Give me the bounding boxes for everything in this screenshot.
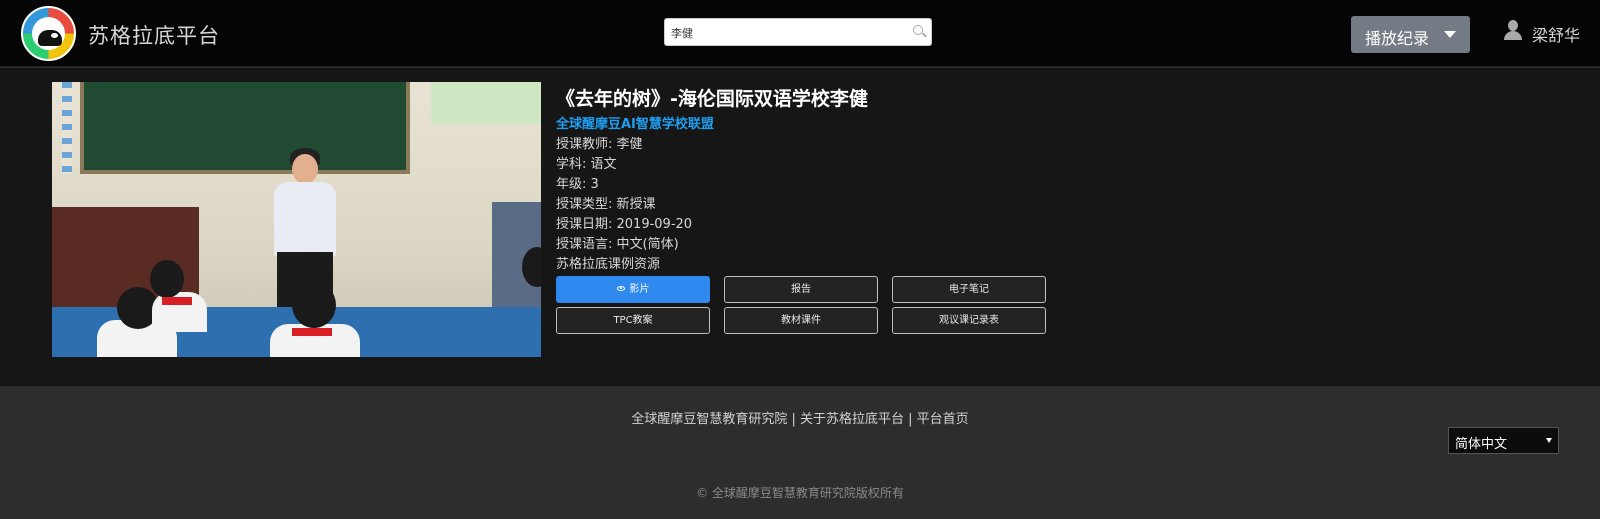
top-navbar: 苏格拉底平台 播放纪录 梁舒华 <box>0 0 1600 67</box>
eye-icon <box>616 286 625 291</box>
language-select-value: 简体中文 <box>1455 437 1508 452</box>
lesson-resource: 苏格拉底课例资源 <box>556 257 661 272</box>
video-button-label: 影片 <box>629 284 650 295</box>
lesson-date: 授课日期: 2019-09-20 <box>556 217 693 232</box>
search-input[interactable] <box>671 23 901 42</box>
lesson-org-link[interactable]: 全球醒摩豆AI智慧学校联盟 <box>556 113 714 132</box>
report-button[interactable]: 报告 <box>724 276 878 303</box>
lesson-subject: 学科: 语文 <box>556 157 617 172</box>
tpc-button[interactable]: TPC教案 <box>556 307 710 334</box>
play-record-label: 播放纪录 <box>1365 29 1430 48</box>
logo-icon[interactable] <box>21 6 76 61</box>
brand-title[interactable]: 苏格拉底平台 <box>88 20 220 50</box>
caret-down-icon <box>1444 31 1456 38</box>
lesson-grade: 年级: 3 <box>556 177 599 192</box>
lesson-teacher: 授课教师: 李健 <box>556 137 643 152</box>
user-icon[interactable] <box>1504 20 1522 40</box>
materials-button[interactable]: 教材课件 <box>724 307 878 334</box>
copyright: © 全球醒摩豆智慧教育研究院版权所有 <box>696 486 904 500</box>
video-button[interactable]: 影片 <box>556 276 710 303</box>
language-select[interactable]: 简体中文 <box>1448 427 1559 454</box>
play-record-button[interactable]: 播放纪录 <box>1351 16 1470 53</box>
video-thumbnail[interactable] <box>52 82 541 357</box>
lesson-type: 授课类型: 新授课 <box>556 197 656 212</box>
search-box[interactable] <box>664 18 932 46</box>
lesson-language: 授课语言: 中文(简体) <box>556 237 679 252</box>
search-icon[interactable] <box>913 25 923 35</box>
observation-button[interactable]: 观议课记录表 <box>892 307 1046 334</box>
footer-links[interactable]: 全球醒摩豆智慧教育研究院 | 关于苏格拉底平台 | 平台首页 <box>0 408 1600 427</box>
chevron-down-icon <box>1546 438 1552 443</box>
lesson-panel: 《去年的树》-海伦国际双语学校李健 全球醒摩豆AI智慧学校联盟 授课教师: 李健… <box>0 68 1600 386</box>
username[interactable]: 梁舒华 <box>1532 22 1580 46</box>
lesson-title: 《去年的树》-海伦国际双语学校李健 <box>556 88 868 110</box>
notes-button[interactable]: 电子笔记 <box>892 276 1046 303</box>
